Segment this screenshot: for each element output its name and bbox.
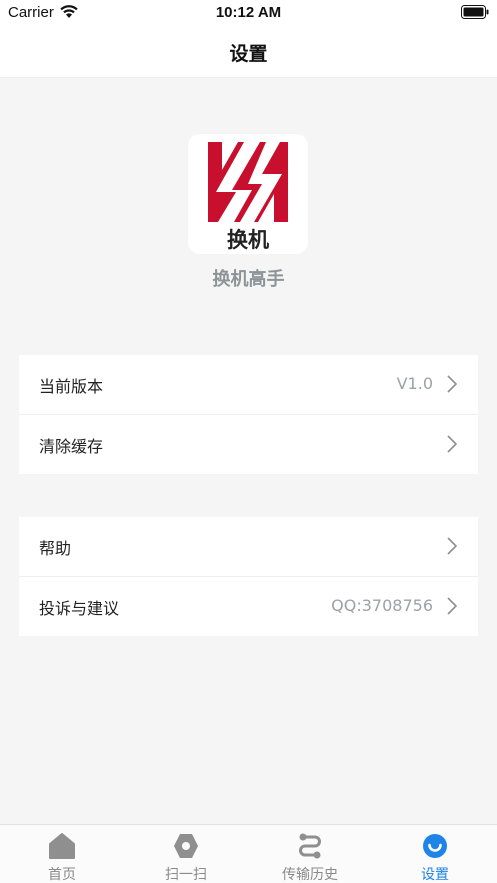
tab-scan[interactable]: 扫一扫 [124, 825, 248, 883]
tab-bar: 首页 扫一扫 传输历史 设置 [0, 824, 497, 883]
status-time: 10:12 AM [215, 4, 282, 21]
settings-row-feedback[interactable]: 投诉与建议 QQ:3708756 [19, 577, 478, 636]
tab-label: 传输历史 [282, 867, 338, 883]
chevron-right-icon [447, 375, 458, 393]
settings-row-clear-cache[interactable]: 清除缓存 [19, 415, 478, 474]
scan-icon [174, 834, 198, 858]
app-logo-mark [208, 142, 288, 222]
transfer-history-icon [299, 833, 321, 859]
feedback-qq-value: QQ:3708756 [331, 596, 433, 615]
settings-row-version[interactable]: 当前版本 V1.0 [19, 355, 478, 414]
navigation-bar: 设置 [0, 26, 497, 78]
tab-label: 扫一扫 [165, 867, 207, 883]
status-bar: Carrier 10:12 AM [0, 0, 497, 26]
settings-row-label: 帮助 [39, 539, 72, 558]
settings-group-support: 帮助 投诉与建议 QQ:3708756 [19, 517, 478, 636]
tab-label: 设置 [421, 867, 449, 883]
page-title: 设置 [229, 43, 268, 65]
chevron-right-icon [447, 435, 458, 453]
settings-group-app: 当前版本 V1.0 清除缓存 [19, 355, 478, 474]
settings-row-help[interactable]: 帮助 [19, 517, 478, 576]
home-icon [49, 833, 75, 859]
settings-row-label: 投诉与建议 [39, 599, 120, 618]
app-name: 换机高手 [212, 269, 285, 290]
app-logo: 换机 [188, 134, 308, 254]
logo-text: 换机 [227, 228, 269, 252]
tab-label: 首页 [48, 867, 76, 883]
tab-settings[interactable]: 设置 [373, 825, 497, 883]
settings-row-label: 清除缓存 [39, 437, 104, 456]
battery-icon [461, 4, 489, 23]
tab-home[interactable]: 首页 [0, 825, 124, 883]
settings-smile-icon [423, 834, 447, 858]
tab-transfer-history[interactable]: 传输历史 [248, 825, 372, 883]
chevron-right-icon [447, 597, 458, 615]
chevron-right-icon [447, 537, 458, 555]
version-value: V1.0 [396, 374, 433, 393]
settings-row-label: 当前版本 [39, 377, 104, 396]
